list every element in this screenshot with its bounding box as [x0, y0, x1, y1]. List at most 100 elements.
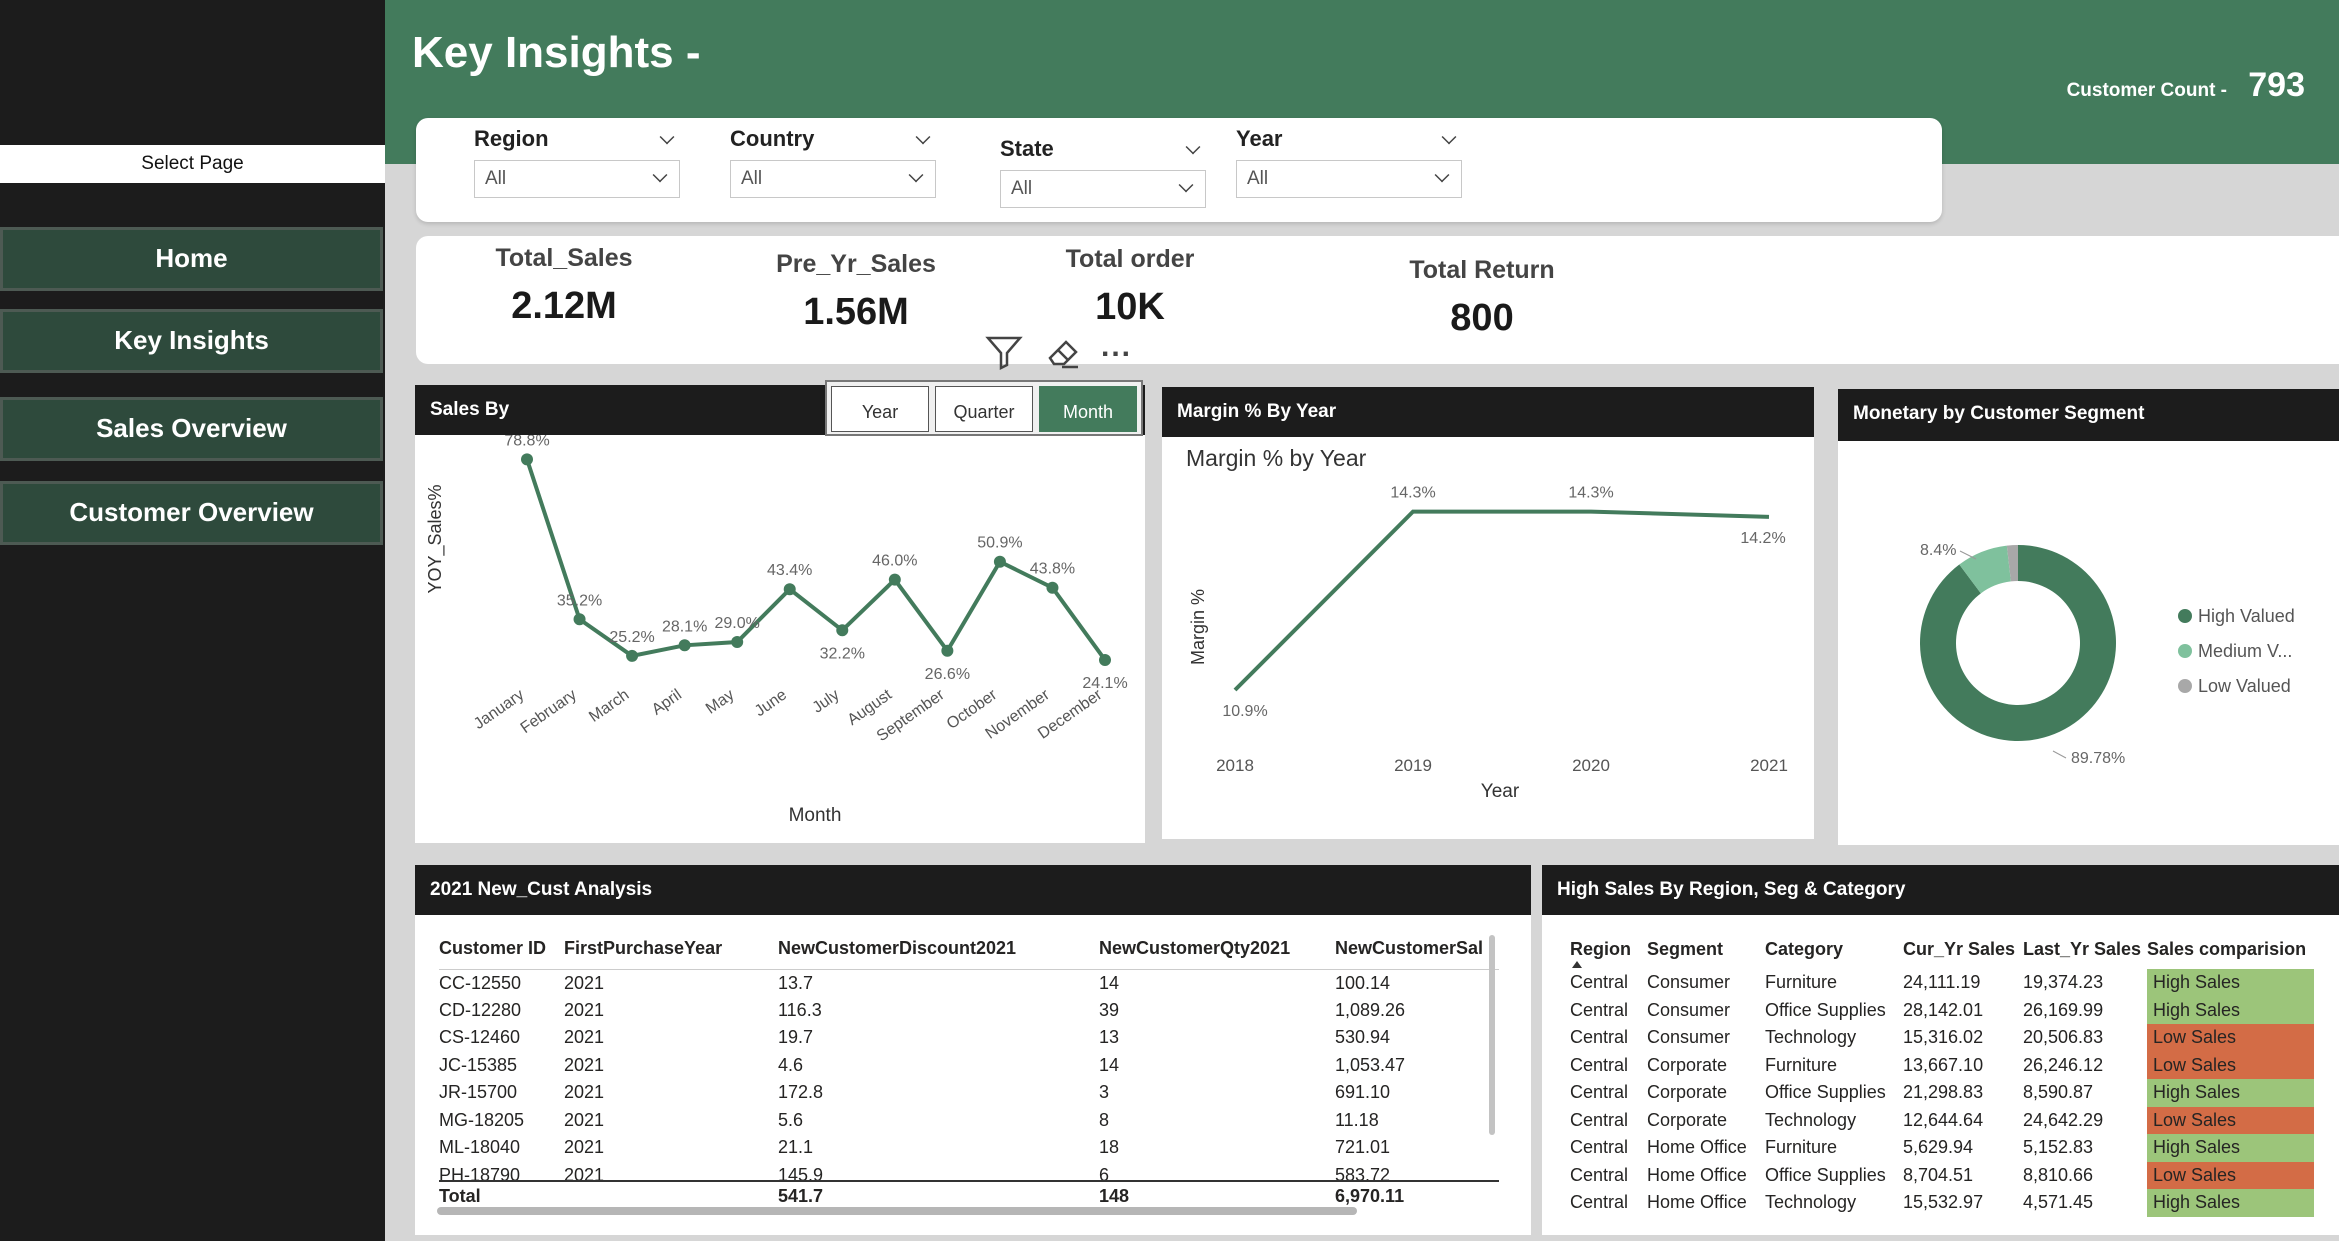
toggle-month-button[interactable]: Month: [1039, 386, 1137, 432]
column-header[interactable]: Category: [1765, 929, 1903, 969]
margin-line-chart[interactable]: 10.9% 2018 14.3% 2019 14.3% 2020 14.2% 2021 Year…: [1162, 437, 1814, 837]
state-slicer[interactable]: State All: [1000, 134, 1206, 208]
column-header[interactable]: Sales comparision: [2147, 929, 2314, 969]
region-dropdown[interactable]: All: [474, 160, 680, 198]
more-options-icon[interactable]: ...: [1101, 330, 1132, 364]
data-label: 8.4%: [1920, 542, 1956, 559]
period-toggle[interactable]: Year Quarter Month: [825, 380, 1143, 436]
table-cell: 21,298.83: [1903, 1082, 1984, 1103]
year-slicer[interactable]: Year All: [1236, 124, 1462, 198]
nav-home-button[interactable]: Home: [0, 227, 383, 291]
column-header[interactable]: Segment: [1647, 929, 1765, 969]
table-cell: 18: [1099, 1137, 1120, 1158]
region-slicer-title: Region: [474, 126, 549, 151]
column-header[interactable]: NewCustomerQty2021: [1099, 929, 1335, 970]
filter-icon[interactable]: [985, 334, 1023, 378]
legend-marker: [2178, 644, 2192, 658]
toggle-quarter-button[interactable]: Quarter: [935, 386, 1033, 432]
table-cell: 14: [1099, 972, 1120, 993]
year-dropdown[interactable]: All: [1236, 160, 1462, 198]
region-slicer[interactable]: Region All: [474, 124, 680, 198]
legend-label: Medium V...: [2198, 641, 2292, 661]
x-tick-label: April: [649, 686, 685, 718]
table-row[interactable]: Central Home Office Office Supplies 8,704.5…: [1570, 1161, 2314, 1189]
sales-by-line-chart[interactable]: 78.8%January35.2%February25.2%March28.1%…: [415, 435, 1145, 843]
kpi-total-order: Total order 10K: [1050, 245, 1210, 329]
sales-by-visual[interactable]: Sales By 78.8% January 35.2% February 25.2% M…: [415, 385, 1145, 843]
table-cell: 21.1: [778, 1137, 814, 1158]
table-row[interactable]: Central Corporate Office Supplies 21,298.83…: [1570, 1079, 2314, 1107]
table-row[interactable]: MG-18205 2021 5.6 8 11.18: [439, 1107, 1499, 1135]
table-row[interactable]: Central Consumer Technology 15,316.02 20,506…: [1570, 1024, 2314, 1052]
sort-ascending-icon[interactable]: [1572, 961, 1582, 968]
nav-customer-overview-button[interactable]: Customer Overview: [0, 481, 383, 545]
country-dropdown[interactable]: All: [730, 160, 936, 198]
table-row[interactable]: Central Home Office Furniture 5,629.94 5,152…: [1570, 1134, 2314, 1162]
state-dropdown[interactable]: All: [1000, 170, 1206, 208]
country-slicer[interactable]: Country All: [730, 124, 936, 198]
data-label: 50.9%: [977, 535, 1022, 552]
table-cell: Furniture: [1765, 1054, 1838, 1075]
visual-title: Monetary by Customer Segment: [1838, 389, 2339, 441]
column-header[interactable]: Customer ID: [439, 929, 564, 970]
high-sales-table-visual[interactable]: High Sales By Region, Seg & Category Reg…: [1542, 865, 2339, 1235]
sales-comparison-badge: Low Sales: [2147, 1051, 2314, 1079]
monetary-donut-chart[interactable]: 89.78% 8.4% High Valued Medium V... Low Valu…: [1838, 441, 2339, 845]
kpi-total-return: Total Return 800: [1382, 256, 1582, 340]
y-axis-title: Margin %: [1188, 589, 1208, 665]
table-row[interactable]: JR-15700 2021 172.8 3 691.10: [439, 1079, 1499, 1107]
total-cell: 6,970.11: [1335, 1180, 1499, 1211]
table-row[interactable]: Central Consumer Office Supplies 28,142.01 2…: [1570, 996, 2314, 1024]
nav-key-insights-button[interactable]: Key Insights: [0, 309, 383, 373]
table-cell: 11.18: [1335, 1109, 1379, 1130]
data-point: [993, 555, 1006, 568]
table-cell: 100.14: [1335, 972, 1391, 993]
column-header[interactable]: FirstPurchaseYear: [564, 929, 778, 970]
table-row[interactable]: Central Corporate Furniture 13,667.10 26,246…: [1570, 1051, 2314, 1079]
table-cell: Home Office: [1647, 1192, 1747, 1213]
kpi-title: Total_Sales: [495, 244, 633, 272]
table-cell: Consumer: [1647, 972, 1731, 993]
state-value: All: [1011, 178, 1033, 199]
data-label: 24.1%: [1082, 675, 1127, 692]
monetary-visual[interactable]: Monetary by Customer Segment 89.78% 8.4% H…: [1838, 389, 2339, 845]
table-row[interactable]: CS-12460 2021 19.7 13 530.94: [439, 1024, 1499, 1052]
table-cell: 2021: [564, 1109, 605, 1130]
table-cell: 8: [1099, 1109, 1110, 1130]
data-label: 78.8%: [504, 435, 549, 449]
table-cell: MG-18205: [439, 1109, 525, 1130]
column-header[interactable]: NewCustomerDiscount2021: [778, 929, 1099, 970]
table-cell: 2021: [564, 972, 605, 993]
table-cell: Furniture: [1765, 972, 1838, 993]
new-cust-table-visual[interactable]: 2021 New_Cust Analysis Customer ID First…: [415, 865, 1531, 1235]
eraser-icon[interactable]: [1044, 334, 1082, 378]
data-label: 14.3%: [1568, 485, 1613, 502]
table-cell: Furniture: [1765, 1137, 1838, 1158]
table-cell: 3: [1099, 1082, 1110, 1103]
sales-comparison-badge: High Sales: [2147, 1189, 2314, 1217]
vertical-scrollbar[interactable]: [1489, 935, 1495, 1135]
table-row[interactable]: CD-12280 2021 116.3 39 1,089.26: [439, 997, 1499, 1025]
table-cell: Central: [1570, 1082, 1629, 1103]
visual-title: High Sales By Region, Seg & Category: [1542, 865, 2339, 915]
series-line: [1233, 509, 1770, 692]
table-row[interactable]: CC-12550 2021 13.7 14 100.14: [439, 969, 1499, 997]
margin-by-year-visual[interactable]: Margin % By Year Margin % by Year 10.9% 2…: [1162, 387, 1814, 839]
table-row[interactable]: Central Home Office Technology 15,532.97 4,5…: [1570, 1189, 2314, 1217]
table-cell: Central: [1570, 972, 1629, 993]
column-header[interactable]: Cur_Yr Sales: [1903, 929, 2023, 969]
nav-sales-overview-button[interactable]: Sales Overview: [0, 397, 383, 461]
horizontal-scrollbar[interactable]: [437, 1207, 1357, 1215]
toggle-year-button[interactable]: Year: [831, 386, 929, 432]
column-header[interactable]: NewCustomerSal: [1335, 929, 1499, 970]
sidebar: Select Page Home Key Insights Sales Over…: [0, 0, 385, 1241]
table-row[interactable]: JC-15385 2021 4.6 14 1,053.47: [439, 1052, 1499, 1080]
legend-label: Low Valued: [2198, 676, 2291, 696]
table-row[interactable]: ML-18040 2021 21.1 18 721.01: [439, 1134, 1499, 1162]
table-row[interactable]: Central Corporate Technology 12,644.64 24,64…: [1570, 1106, 2314, 1134]
column-header[interactable]: Region: [1570, 929, 1647, 969]
x-axis-title: Year: [1481, 781, 1520, 802]
table-row[interactable]: Central Consumer Furniture 24,111.19 19,374.…: [1570, 969, 2314, 997]
table-cell: 13: [1099, 1027, 1120, 1048]
column-header[interactable]: Last_Yr Sales: [2023, 929, 2147, 969]
